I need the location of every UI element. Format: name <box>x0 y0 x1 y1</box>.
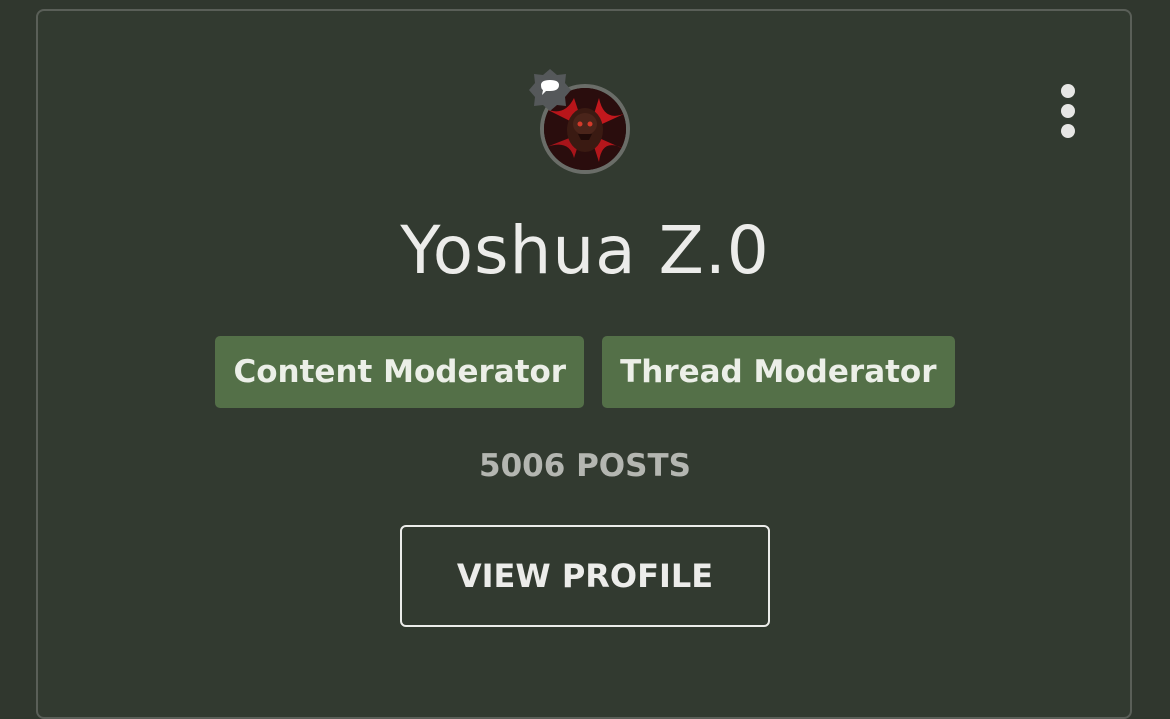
post-count: 5006 POSTS <box>479 448 691 484</box>
more-options-icon[interactable] <box>1054 84 1082 140</box>
view-profile-button[interactable]: VIEW PROFILE <box>400 525 770 627</box>
chat-bubble-icon <box>528 68 572 112</box>
role-badges: Content Moderator Thread Moderator <box>0 336 1170 408</box>
role-badge-thread-moderator: Thread Moderator <box>602 336 955 408</box>
user-name: Yoshua Z.0 <box>400 212 770 289</box>
role-badge-content-moderator: Content Moderator <box>215 336 585 408</box>
